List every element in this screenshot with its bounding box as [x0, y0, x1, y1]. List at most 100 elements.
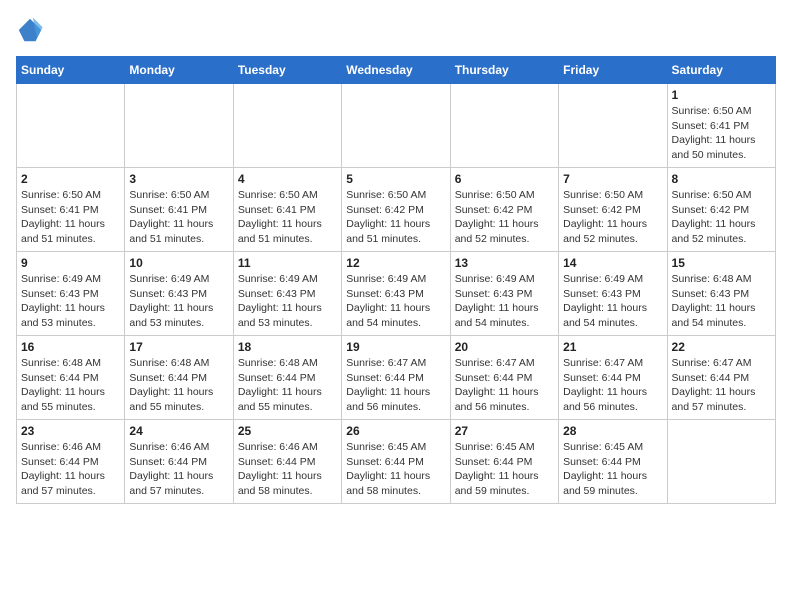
col-header-tuesday: Tuesday: [233, 57, 341, 84]
calendar-cell: 8 Sunrise: 6:50 AMSunset: 6:42 PMDayligh…: [667, 168, 775, 252]
day-detail: Sunrise: 6:49 AMSunset: 6:43 PMDaylight:…: [563, 272, 662, 331]
day-detail: Sunrise: 6:45 AMSunset: 6:44 PMDaylight:…: [346, 440, 445, 499]
day-cell-3: 3 Sunrise: 6:50 AMSunset: 6:41 PMDayligh…: [129, 172, 228, 247]
day-number: 13: [455, 256, 554, 270]
day-cell-6: 6 Sunrise: 6:50 AMSunset: 6:42 PMDayligh…: [455, 172, 554, 247]
day-number: 8: [672, 172, 771, 186]
day-number: 12: [346, 256, 445, 270]
day-detail: Sunrise: 6:49 AMSunset: 6:43 PMDaylight:…: [455, 272, 554, 331]
calendar-week-row: 23 Sunrise: 6:46 AMSunset: 6:44 PMDaylig…: [17, 420, 776, 504]
day-detail: Sunrise: 6:50 AMSunset: 6:41 PMDaylight:…: [129, 188, 228, 247]
day-number: 28: [563, 424, 662, 438]
calendar-cell: 22 Sunrise: 6:47 AMSunset: 6:44 PMDaylig…: [667, 336, 775, 420]
calendar-cell: 4 Sunrise: 6:50 AMSunset: 6:41 PMDayligh…: [233, 168, 341, 252]
day-detail: Sunrise: 6:50 AMSunset: 6:42 PMDaylight:…: [563, 188, 662, 247]
day-cell-27: 27 Sunrise: 6:45 AMSunset: 6:44 PMDaylig…: [455, 424, 554, 499]
day-cell-25: 25 Sunrise: 6:46 AMSunset: 6:44 PMDaylig…: [238, 424, 337, 499]
calendar-cell: [342, 84, 450, 168]
day-cell-17: 17 Sunrise: 6:48 AMSunset: 6:44 PMDaylig…: [129, 340, 228, 415]
calendar-week-row: 1 Sunrise: 6:50 AMSunset: 6:41 PMDayligh…: [17, 84, 776, 168]
day-detail: Sunrise: 6:45 AMSunset: 6:44 PMDaylight:…: [455, 440, 554, 499]
calendar-week-row: 2 Sunrise: 6:50 AMSunset: 6:41 PMDayligh…: [17, 168, 776, 252]
day-cell-10: 10 Sunrise: 6:49 AMSunset: 6:43 PMDaylig…: [129, 256, 228, 331]
day-detail: Sunrise: 6:46 AMSunset: 6:44 PMDaylight:…: [129, 440, 228, 499]
day-cell-13: 13 Sunrise: 6:49 AMSunset: 6:43 PMDaylig…: [455, 256, 554, 331]
day-number: 27: [455, 424, 554, 438]
calendar-cell: 28 Sunrise: 6:45 AMSunset: 6:44 PMDaylig…: [559, 420, 667, 504]
calendar-cell: [125, 84, 233, 168]
day-detail: Sunrise: 6:50 AMSunset: 6:41 PMDaylight:…: [238, 188, 337, 247]
day-number: 10: [129, 256, 228, 270]
day-number: 16: [21, 340, 120, 354]
day-number: 3: [129, 172, 228, 186]
day-cell-16: 16 Sunrise: 6:48 AMSunset: 6:44 PMDaylig…: [21, 340, 120, 415]
day-number: 25: [238, 424, 337, 438]
day-detail: Sunrise: 6:49 AMSunset: 6:43 PMDaylight:…: [129, 272, 228, 331]
day-detail: Sunrise: 6:48 AMSunset: 6:43 PMDaylight:…: [672, 272, 771, 331]
header: [16, 16, 776, 44]
day-cell-23: 23 Sunrise: 6:46 AMSunset: 6:44 PMDaylig…: [21, 424, 120, 499]
calendar-cell: 3 Sunrise: 6:50 AMSunset: 6:41 PMDayligh…: [125, 168, 233, 252]
day-cell-20: 20 Sunrise: 6:47 AMSunset: 6:44 PMDaylig…: [455, 340, 554, 415]
day-cell-9: 9 Sunrise: 6:49 AMSunset: 6:43 PMDayligh…: [21, 256, 120, 331]
day-cell-28: 28 Sunrise: 6:45 AMSunset: 6:44 PMDaylig…: [563, 424, 662, 499]
day-number: 18: [238, 340, 337, 354]
col-header-thursday: Thursday: [450, 57, 558, 84]
day-number: 23: [21, 424, 120, 438]
day-detail: Sunrise: 6:49 AMSunset: 6:43 PMDaylight:…: [238, 272, 337, 331]
calendar-cell: 16 Sunrise: 6:48 AMSunset: 6:44 PMDaylig…: [17, 336, 125, 420]
day-detail: Sunrise: 6:49 AMSunset: 6:43 PMDaylight:…: [346, 272, 445, 331]
calendar-cell: 14 Sunrise: 6:49 AMSunset: 6:43 PMDaylig…: [559, 252, 667, 336]
day-detail: Sunrise: 6:50 AMSunset: 6:42 PMDaylight:…: [346, 188, 445, 247]
day-detail: Sunrise: 6:48 AMSunset: 6:44 PMDaylight:…: [129, 356, 228, 415]
day-cell-1: 1 Sunrise: 6:50 AMSunset: 6:41 PMDayligh…: [672, 88, 771, 163]
logo-icon: [16, 16, 44, 44]
day-detail: Sunrise: 6:46 AMSunset: 6:44 PMDaylight:…: [238, 440, 337, 499]
day-number: 22: [672, 340, 771, 354]
calendar-cell: 2 Sunrise: 6:50 AMSunset: 6:41 PMDayligh…: [17, 168, 125, 252]
col-header-saturday: Saturday: [667, 57, 775, 84]
day-number: 9: [21, 256, 120, 270]
day-cell-8: 8 Sunrise: 6:50 AMSunset: 6:42 PMDayligh…: [672, 172, 771, 247]
day-number: 24: [129, 424, 228, 438]
day-detail: Sunrise: 6:46 AMSunset: 6:44 PMDaylight:…: [21, 440, 120, 499]
calendar-cell: 17 Sunrise: 6:48 AMSunset: 6:44 PMDaylig…: [125, 336, 233, 420]
day-detail: Sunrise: 6:49 AMSunset: 6:43 PMDaylight:…: [21, 272, 120, 331]
calendar-cell: 26 Sunrise: 6:45 AMSunset: 6:44 PMDaylig…: [342, 420, 450, 504]
day-number: 17: [129, 340, 228, 354]
calendar-cell: 24 Sunrise: 6:46 AMSunset: 6:44 PMDaylig…: [125, 420, 233, 504]
day-number: 19: [346, 340, 445, 354]
calendar-cell: 5 Sunrise: 6:50 AMSunset: 6:42 PMDayligh…: [342, 168, 450, 252]
calendar-cell: 10 Sunrise: 6:49 AMSunset: 6:43 PMDaylig…: [125, 252, 233, 336]
day-detail: Sunrise: 6:48 AMSunset: 6:44 PMDaylight:…: [21, 356, 120, 415]
calendar-week-row: 16 Sunrise: 6:48 AMSunset: 6:44 PMDaylig…: [17, 336, 776, 420]
day-number: 20: [455, 340, 554, 354]
day-detail: Sunrise: 6:47 AMSunset: 6:44 PMDaylight:…: [672, 356, 771, 415]
day-cell-26: 26 Sunrise: 6:45 AMSunset: 6:44 PMDaylig…: [346, 424, 445, 499]
day-cell-19: 19 Sunrise: 6:47 AMSunset: 6:44 PMDaylig…: [346, 340, 445, 415]
calendar-cell: 13 Sunrise: 6:49 AMSunset: 6:43 PMDaylig…: [450, 252, 558, 336]
calendar-cell: 6 Sunrise: 6:50 AMSunset: 6:42 PMDayligh…: [450, 168, 558, 252]
day-cell-4: 4 Sunrise: 6:50 AMSunset: 6:41 PMDayligh…: [238, 172, 337, 247]
day-detail: Sunrise: 6:50 AMSunset: 6:41 PMDaylight:…: [672, 104, 771, 163]
calendar-cell: 20 Sunrise: 6:47 AMSunset: 6:44 PMDaylig…: [450, 336, 558, 420]
day-number: 14: [563, 256, 662, 270]
day-cell-18: 18 Sunrise: 6:48 AMSunset: 6:44 PMDaylig…: [238, 340, 337, 415]
day-detail: Sunrise: 6:47 AMSunset: 6:44 PMDaylight:…: [455, 356, 554, 415]
day-cell-5: 5 Sunrise: 6:50 AMSunset: 6:42 PMDayligh…: [346, 172, 445, 247]
day-cell-2: 2 Sunrise: 6:50 AMSunset: 6:41 PMDayligh…: [21, 172, 120, 247]
col-header-wednesday: Wednesday: [342, 57, 450, 84]
calendar-table: SundayMondayTuesdayWednesdayThursdayFrid…: [16, 56, 776, 504]
calendar-cell: [559, 84, 667, 168]
day-cell-21: 21 Sunrise: 6:47 AMSunset: 6:44 PMDaylig…: [563, 340, 662, 415]
calendar-cell: 23 Sunrise: 6:46 AMSunset: 6:44 PMDaylig…: [17, 420, 125, 504]
calendar-cell: 27 Sunrise: 6:45 AMSunset: 6:44 PMDaylig…: [450, 420, 558, 504]
calendar-cell: [17, 84, 125, 168]
calendar-cell: 12 Sunrise: 6:49 AMSunset: 6:43 PMDaylig…: [342, 252, 450, 336]
col-header-friday: Friday: [559, 57, 667, 84]
day-detail: Sunrise: 6:50 AMSunset: 6:42 PMDaylight:…: [672, 188, 771, 247]
day-detail: Sunrise: 6:50 AMSunset: 6:41 PMDaylight:…: [21, 188, 120, 247]
day-number: 21: [563, 340, 662, 354]
calendar-cell: 11 Sunrise: 6:49 AMSunset: 6:43 PMDaylig…: [233, 252, 341, 336]
calendar-cell: 15 Sunrise: 6:48 AMSunset: 6:43 PMDaylig…: [667, 252, 775, 336]
